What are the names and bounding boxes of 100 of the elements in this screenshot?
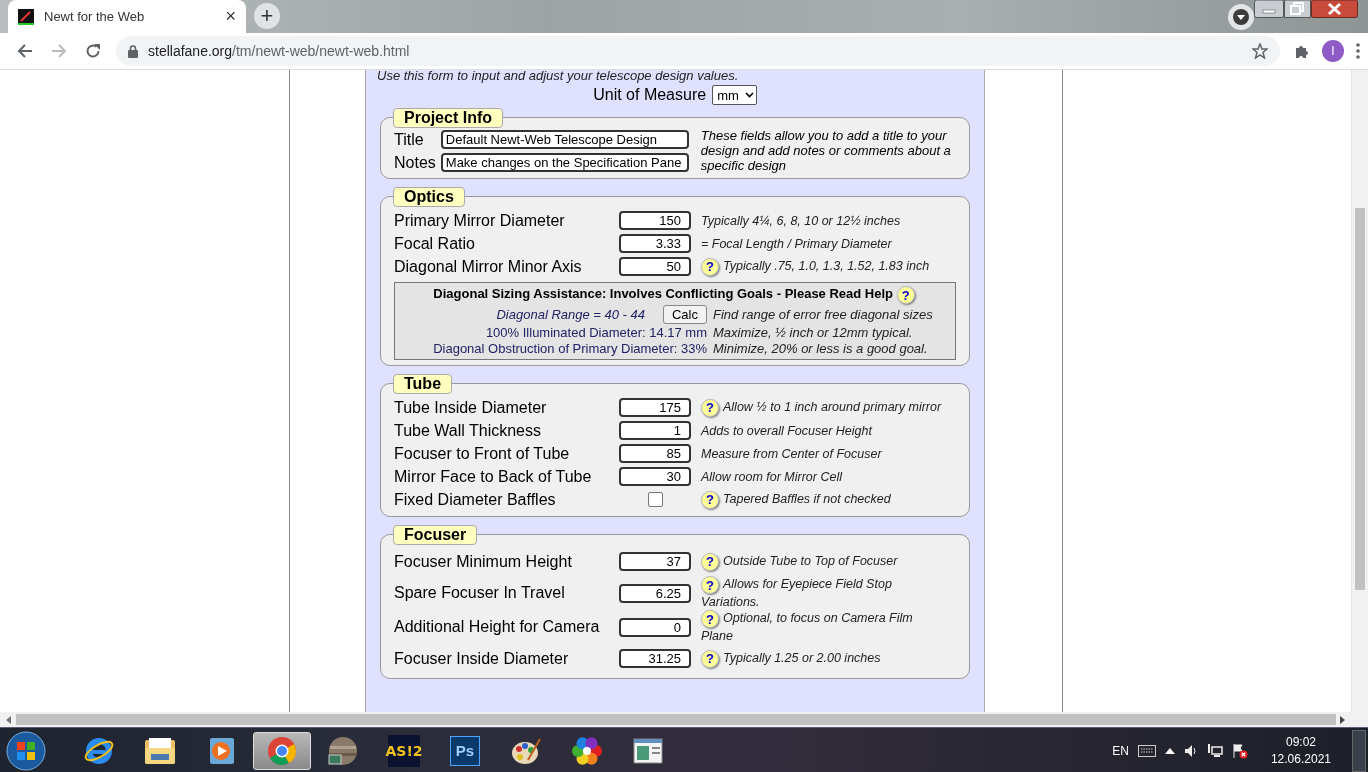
unit-label: Unit of Measure — [593, 86, 707, 104]
minimize-icon[interactable] — [1254, 0, 1284, 18]
number-field[interactable]: 50 — [619, 257, 691, 276]
hint-text: Adds to overall Focuser Height — [701, 422, 874, 439]
network-icon[interactable] — [1206, 743, 1223, 758]
number-field[interactable]: 6.25 — [619, 583, 691, 603]
menu-icon[interactable] — [1356, 43, 1360, 59]
result-text: Diagonal Obstruction of Primary Diameter: 33% — [432, 341, 707, 357]
clock-date[interactable]: 12.06.2021 — [1270, 750, 1331, 768]
section-title: Project Info — [393, 108, 503, 128]
intro-text: Use this form to input and adjust your telescope design values. — [377, 70, 740, 83]
field-label: Spare Focuser In Travel — [394, 584, 566, 602]
section-title: Tube — [393, 374, 453, 394]
taskbar-app[interactable]: AS!2 — [375, 731, 433, 770]
hint-text: ? Optional, to focus on Camera Film Plane — [701, 610, 914, 644]
field-label: Fixed Diameter Baffles — [394, 490, 557, 509]
hint-text: Typically 4¼, 6, 8, 10 or 12½ inches — [701, 212, 902, 229]
clock-time[interactable]: 09:02 — [1285, 733, 1316, 751]
hint-text: Allow room for Mirror Cell — [701, 468, 844, 485]
tab-title: Newt for the Web — [44, 9, 146, 24]
checkbox[interactable] — [647, 492, 663, 507]
language-indicator[interactable]: EN — [1112, 743, 1129, 758]
hint-text: Find range of error free diagonal sizes — [713, 306, 934, 323]
hint-text: = Focal Length / Primary Diameter — [701, 235, 893, 252]
result-text: 100% Illuminated Diameter: 14.17 mm — [484, 325, 707, 341]
hint-text: ? Allow ½ to 1 inch around primary mirror — [701, 398, 956, 417]
taskbar-app[interactable]: Ps — [436, 731, 494, 770]
help-button[interactable]: ? — [701, 552, 719, 571]
app-logo-icon: Ps — [450, 735, 480, 766]
number-field[interactable]: 30 — [619, 467, 691, 486]
hint-text: ? Tapered Baffles if not checked — [701, 490, 956, 509]
help-button[interactable]: ? — [701, 610, 719, 628]
number-field[interactable]: 150 — [619, 211, 691, 230]
close-tab-button[interactable]: × — [225, 6, 236, 27]
window-icon — [633, 736, 663, 765]
section-title: Optics — [393, 187, 465, 207]
assistance-title: Diagonal Sizing Assistance: Involves Conflicting Goals - Please Read Help ? — [405, 286, 947, 304]
restore-icon[interactable] — [1284, 0, 1311, 18]
field-label: Primary Mirror Diameter — [394, 211, 566, 230]
help-button[interactable]: ? — [701, 490, 719, 509]
section-title: Focuser — [393, 525, 478, 545]
keyboard-icon[interactable] — [1137, 744, 1156, 757]
address-bar[interactable]: stellafane.org/tm/newt-web/newt-web.html — [116, 36, 1280, 66]
back-icon[interactable] — [17, 43, 33, 59]
field-label: Title — [394, 130, 425, 149]
flag-error-icon[interactable] — [1231, 742, 1248, 759]
show-hidden-icons-icon[interactable] — [1164, 747, 1175, 754]
profile-avatar[interactable]: I — [1322, 40, 1344, 62]
taskbar-app[interactable] — [253, 731, 311, 770]
field-label: Notes — [394, 153, 436, 172]
unit-dropdown[interactable]: mm — [712, 85, 757, 105]
folder-icon — [143, 735, 177, 766]
vertical-scrollbar[interactable] — [1351, 70, 1368, 712]
reload-icon[interactable] — [85, 43, 101, 59]
field-label: Tube Wall Thickness — [394, 421, 542, 440]
hint-text: Minimize, 20% or less is a good goal. — [713, 341, 929, 357]
hint-text: Maximize, ½ inch or 12mm typical. — [713, 325, 914, 341]
field-label: Mirror Face to Back of Tube — [394, 467, 593, 486]
field-label: Focal Ratio — [394, 234, 476, 253]
field-label: Focuser to Front of Tube — [394, 444, 571, 463]
profile-dropdown-icon[interactable] — [1228, 4, 1254, 30]
field-label: Focuser Minimum Height — [394, 552, 573, 571]
telescope-favicon-icon — [18, 8, 34, 25]
browser-tab[interactable]: Newt for the Web × — [8, 0, 246, 33]
calc-button[interactable]: Calc — [663, 305, 707, 324]
start-button-icon[interactable] — [6, 730, 46, 771]
caret-icon — [744, 92, 754, 98]
speaker-icon[interactable] — [1183, 743, 1198, 758]
hint-text: ? Allows for Eyepiece Field Stop Variations. — [701, 576, 893, 610]
help-button[interactable]: ? — [896, 286, 915, 304]
help-button[interactable]: ? — [701, 398, 719, 417]
flower-icon — [571, 734, 603, 767]
number-field[interactable]: 85 — [619, 444, 691, 463]
help-button[interactable]: ? — [701, 576, 719, 594]
help-button[interactable]: ? — [701, 257, 719, 276]
chrome-icon — [267, 735, 297, 766]
range-text: Diagonal Range = 40 - 44 — [496, 306, 645, 323]
new-tab-button[interactable]: + — [254, 3, 280, 29]
url-text: stellafane.org/tm/newt-web/newt-web.html — [148, 43, 410, 59]
number-field[interactable]: 37 — [619, 552, 691, 571]
hint-text: Measure from Center of Focuser — [701, 445, 883, 462]
number-field[interactable]: 31.25 — [619, 649, 691, 668]
help-button[interactable]: ? — [701, 649, 719, 668]
number-field[interactable]: 1 — [619, 421, 691, 440]
field-label: Tube Inside Diameter — [394, 398, 548, 417]
field-label: Additional Height for Camera — [394, 618, 601, 636]
field-label: Diagonal Mirror Minor Axis — [394, 257, 583, 276]
number-field[interactable]: 0 — [619, 617, 691, 637]
text-field[interactable]: Make changes on the Specification Pane — [440, 153, 689, 172]
hint-text: ? Typically .75, 1.0, 1.3, 1.52, 1.83 inch — [701, 257, 956, 276]
horizontal-scrollbar[interactable] — [0, 712, 1368, 727]
text-field[interactable]: Default Newt-Web Telescope Design — [440, 130, 689, 149]
bookmark-star-icon[interactable] — [1252, 43, 1268, 59]
number-field[interactable]: 175 — [619, 398, 691, 417]
lock-icon — [128, 44, 138, 58]
hint-text: ? Outside Tube to Top of Focuser — [701, 552, 921, 571]
puzzle-piece-icon[interactable] — [1294, 43, 1310, 59]
number-field[interactable]: 3.33 — [619, 234, 691, 253]
close-icon[interactable] — [1311, 0, 1358, 18]
planet-icon — [327, 734, 359, 767]
